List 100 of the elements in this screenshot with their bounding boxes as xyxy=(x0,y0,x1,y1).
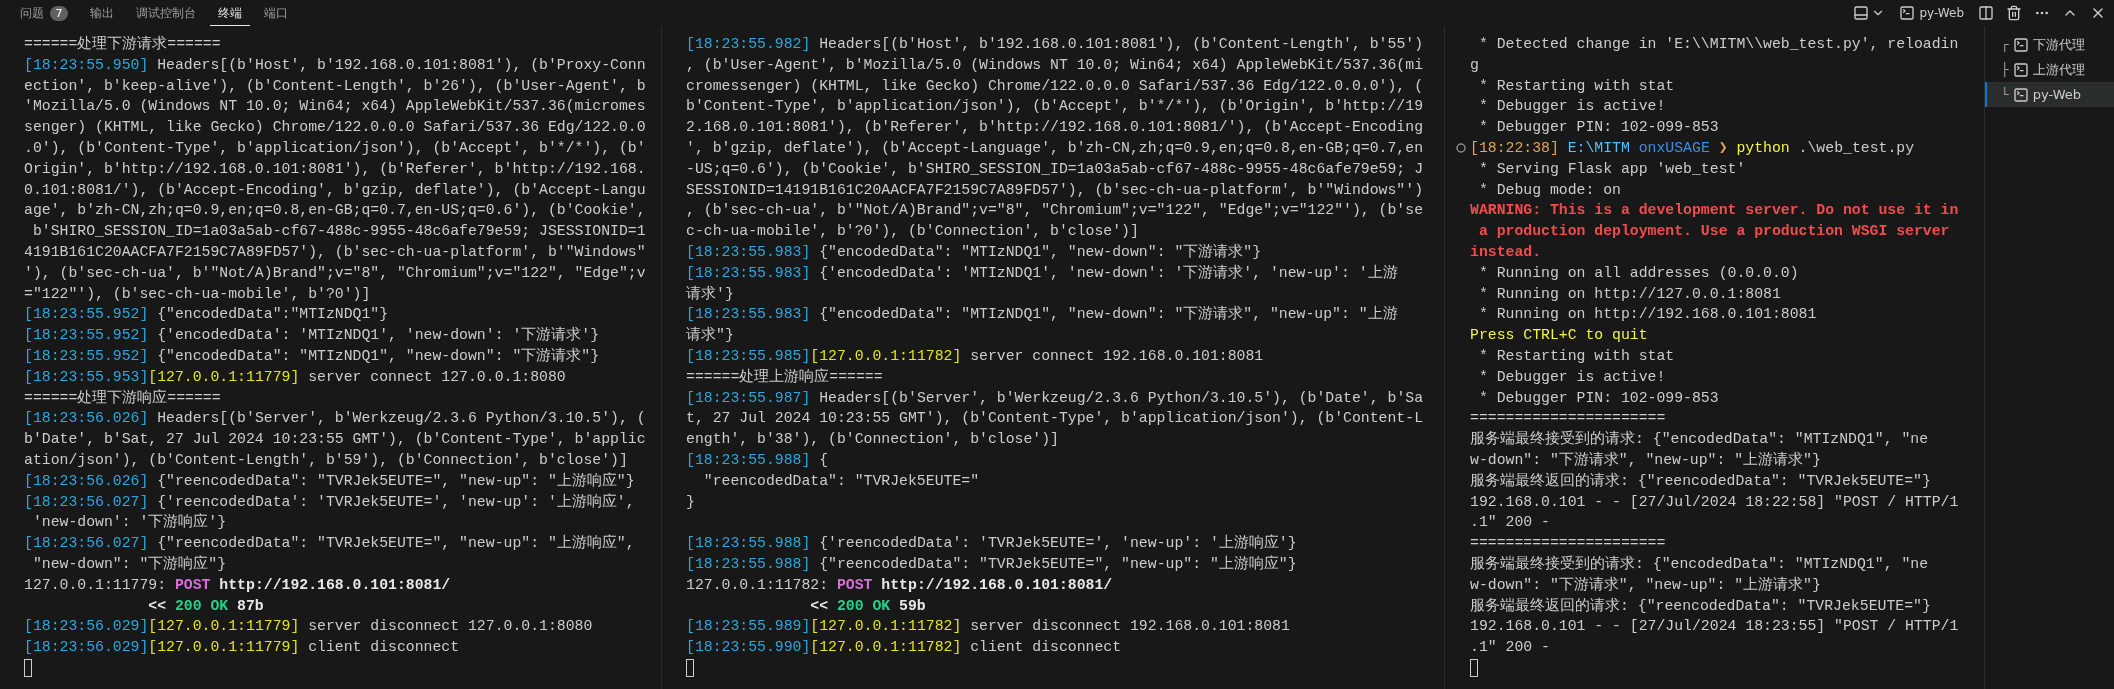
trash-icon[interactable] xyxy=(2006,5,2022,21)
terminal-list-item[interactable]: ├ 上游代理 xyxy=(1985,57,2114,82)
terminal-line: [18:23:55.983] {"encodedData": "MTIzNDQ1", "new-down": "下游请求", "new-up": "上游 xyxy=(686,304,1398,325)
terminal-icon xyxy=(2012,86,2029,103)
terminal-line: 'Mozilla/5.0 (Windows NT 10.0; Win64; x64) AppleWebKit/537.36(micromes xyxy=(24,97,646,117)
panel-tab[interactable]: 输出 xyxy=(82,0,122,26)
terminal-line: [18:23:55.988] { xyxy=(686,450,829,470)
terminal-line: 'new-down': '下游响应'} xyxy=(31,512,227,533)
split-icon[interactable] xyxy=(1978,5,1994,21)
terminal-line: [18:23:55.990][127.0.0.1:11782] client disconnect xyxy=(686,638,1122,658)
terminal-line: g xyxy=(1470,55,1479,75)
layout-icon[interactable] xyxy=(1853,5,1870,21)
terminal-line: } xyxy=(686,492,695,512)
terminal-icon xyxy=(2012,36,2029,53)
terminal-line: .0'), (b'Content-Type', b'application/json'), (b'Accept', b'*/*'), (b' xyxy=(24,139,646,158)
terminal-line: 服务端最终返回的请求: {"reencodedData": "TVRJek5EUTE="} xyxy=(1470,471,1931,491)
terminal-line: * Debugger is active! xyxy=(1477,97,1666,117)
terminal-line: [18:23:55.952] {"encodedData": "MTIzNDQ1", "new-down": "下游请求"} xyxy=(24,346,600,366)
terminal-line: * Debugger PIN: 102-099-853 xyxy=(1477,388,1719,408)
terminal-line: ====================== xyxy=(1470,409,1666,429)
panel-tab[interactable]: 端口 xyxy=(256,0,296,26)
terminal-line: "reencodedData": "TVRJek5EUTE=" xyxy=(702,471,980,491)
panel-tab[interactable]: 调试控制台 xyxy=(128,0,204,26)
terminal-line: age', b'zh-CN,zh;q=0.9,en;q=0.8,en-GB;q=0.7,en-US;q=0.6'), (b'Cookie', xyxy=(24,201,646,221)
terminal-line: * Detected change in 'E:\\MITM\\web_test.py', reloadin xyxy=(1477,35,1959,54)
terminal-line: .1" 200 - xyxy=(1470,638,1550,658)
terminal-line: [18:23:55.983] {"encodedData": "MTIzNDQ1", "new-down": "下游请求"} xyxy=(686,242,1262,262)
terminal-line: 4191B161C20AACFA7F2159C7A89FD57'), (b'sec-ch-ua-platform', b'"Windows" xyxy=(24,242,646,262)
terminal-line: 127.0.0.1:11779: POST http://192.168.0.101:8081/ xyxy=(24,575,451,595)
terminal-list-item[interactable]: └ py-Web xyxy=(1985,82,2114,107)
terminal-line: 192.168.0.101 - - [27/Jul/2024 18:22:58] "POST / HTTP/1 xyxy=(1470,492,1959,512)
terminal-line: [18:23:55.953][127.0.0.1:11779] server connect 127.0.0.1:8080 xyxy=(24,367,566,387)
terminal-line: ', b'gzip, deflate'), (b'Accept-Language', b'zh-CN,zh;q=0.9,en;q=0.8,en-GB;q=0.7,en xyxy=(686,139,1423,158)
terminal-line: instead. xyxy=(1470,242,1542,262)
terminal-line: [18:23:56.026] Headers[(b'Server', b'Werkzeug/2.3.6 Python/3.10.5'), ( xyxy=(24,409,646,429)
panel-tab[interactable]: 问题 7 xyxy=(12,0,76,26)
terminal-line: 请求"} xyxy=(686,325,734,346)
terminal-line: SESSIONID=14191B161C20AACFA7F2159C7A89FD57'), (b'sec-ch-ua-platform', b'"Windows"') xyxy=(686,180,1423,200)
terminal-line: [18:23:55.950] Headers[(b'Host', b'192.168.0.101:8081'), (b'Proxy-Conn xyxy=(24,55,646,75)
terminal-line: [18:23:56.029][127.0.0.1:11779] client disconnect xyxy=(24,638,460,658)
terminal-line: ======处理下游请求====== xyxy=(24,34,221,54)
terminal-line: 0.101:8081/'), (b'Accept-Encoding', b'gzip, deflate'), (b'Accept-Langu xyxy=(24,180,646,200)
terminal-line: c-ch-ua-mobile', b'?0'), (b'Connection', b'close')] xyxy=(686,222,1139,242)
terminal-line: 服务端最终接受到的请求: {"encodedData": "MTIzNDQ1", "ne xyxy=(1470,554,1929,574)
terminal-selector[interactable]: py-Web xyxy=(1897,3,1966,23)
terminal-line: ength', b'38'), (b'Connection', b'close')] xyxy=(686,430,1059,450)
terminal-line: * Debug mode: on xyxy=(1477,180,1621,200)
terminal-line: a production deployment. Use a production WSGI server xyxy=(1477,222,1950,242)
terminal-line: [18:23:55.988] {"reencodedData": "TVRJek5EUTE=", "new-up": "上游响应"} xyxy=(686,554,1297,574)
terminal-line: ation/json'), (b'Content-Length', b'59'), (b'Connection', b'close')] xyxy=(24,450,628,470)
terminal-line: [18:23:56.027] {'reencodedData': 'TVRJek5EUTE=', 'new-up': '上游响应', xyxy=(24,492,635,512)
terminal-line: [18:22:38] E:\MITM onxUSAGE ❯ python .\web_test.py xyxy=(1470,139,1915,158)
terminal-line: << 200 OK 87b xyxy=(147,596,264,616)
terminal-line: ="122"'), (b'sec-ch-ua-mobile', b'?0')] xyxy=(24,284,371,304)
terminal-line: [18:23:55.983] {'encodedData': 'MTIzNDQ1', 'new-down': '下游请求', 'new-up': '上游 xyxy=(686,263,1398,283)
terminal-line: * Debugger is active! xyxy=(1477,367,1666,387)
terminal-line: [18:23:55.989][127.0.0.1:11782] server disconnect 192.168.0.101:8081 xyxy=(686,617,1290,637)
terminal-line: senger) (KHTML, like Gecko) Chrome/122.0.0.0 Safari/537.36 Edg/122.0.0 xyxy=(24,118,646,138)
terminal-line: '), (b'sec-ch-ua', b'"Not/A)Brand";v="8", "Chromium";v="122", "Edge";v xyxy=(24,263,646,283)
terminal-line: * Restarting with stat xyxy=(1477,346,1675,366)
terminal-line: * Running on all addresses (0.0.0.0) xyxy=(1477,263,1799,283)
terminal-line: 请求'} xyxy=(686,284,734,304)
terminal-line: Origin', b'http://192.168.0.101:8081'), (b'Referer', b'http://192.168. xyxy=(24,159,646,179)
terminal-line: * Debugger PIN: 102-099-853 xyxy=(1477,118,1719,138)
terminal-line: ection', b'keep-alive'), (b'Content-Length', b'26'), (b'User-Agent', b xyxy=(24,76,646,96)
terminal-line: [18:23:56.029][127.0.0.1:11779] server disconnect 127.0.0.1:8080 xyxy=(24,617,593,637)
terminal-line: Press CTRL+C to quit xyxy=(1470,326,1648,346)
terminal-line: 2.168.0.101:8081'), (b'Referer', b'http://192.168.0.101:8081/'), (b'Accept-Encoding xyxy=(686,118,1423,138)
terminal-line: ======处理上游响应====== xyxy=(686,367,883,387)
terminal-line: ======处理下游响应====== xyxy=(24,388,221,408)
terminal-line: * Running on http://127.0.0.1:8081 xyxy=(1477,284,1781,304)
terminal-line: * Restarting with stat xyxy=(1477,76,1675,96)
terminal-line: -US;q=0.6'), (b'Cookie', b'SHIRO_SESSION_ID=1a03a5ab-cf67-488c-9955-48c6afe79e59; J xyxy=(686,159,1423,179)
terminal-list-item[interactable]: ┌ 下游代理 xyxy=(1985,32,2114,57)
terminal-line: , (b'User-Agent', b'Mozilla/5.0 (Windows NT 10.0; Win64; x64) AppleWebKit/537.36(mi xyxy=(686,55,1423,75)
terminal-line: 服务端最终接受到的请求: {"encodedData": "MTIzNDQ1", "ne xyxy=(1470,429,1929,450)
terminal-line: * Serving Flask app 'web_test' xyxy=(1477,159,1746,179)
terminal-line: b'Date', b'Sat, 27 Jul 2024 10:23:55 GMT'), (b'Content-Type', b'applic xyxy=(24,430,646,450)
terminal-icon xyxy=(1899,5,1916,21)
terminal-line: [18:23:55.952] {"encodedData":"MTIzNDQ1"} xyxy=(24,305,389,325)
terminal-line: ====================== xyxy=(1470,534,1666,554)
terminal-line: [18:23:55.988] {'reencodedData': 'TVRJek5EUTE=', 'new-up': '上游响应'} xyxy=(686,533,1297,554)
terminal-line: w-down": "下游请求", "new-up": "上游请求"} xyxy=(1470,450,1821,470)
terminal-line: WARNING: This is a development server. Do not use it in xyxy=(1470,201,1959,221)
terminal-line: [18:23:55.985][127.0.0.1:11782] server connect 192.168.0.101:8081 xyxy=(686,346,1264,366)
terminal-line: .1" 200 - xyxy=(1470,513,1550,533)
terminal-line: t, 27 Jul 2024 10:23:55 GMT'), (b'Content-Type', b'application/json'), (b'Content-L xyxy=(686,409,1423,429)
terminal-icon xyxy=(2012,61,2029,78)
terminal-line: b'SHIRO_SESSION_ID=1a03a5ab-cf67-488c-9955-48c6afe79e59; JSESSIONID=1 xyxy=(31,222,646,242)
panel-tab[interactable]: 终端 xyxy=(210,0,250,26)
terminal-line: b'Content-Type', b'application/json'), (b'Accept', b'*/*'), (b'Origin', b'http://19 xyxy=(686,97,1423,117)
terminal-line: "new-down": "下游响应"} xyxy=(31,554,227,574)
terminal-line: 127.0.0.1:11782: POST http://192.168.0.101:8081/ xyxy=(686,575,1113,595)
terminal-line: [18:23:56.026] {"reencodedData": "TVRJek5EUTE=", "new-up": "上游响应"} xyxy=(24,471,635,491)
terminal-line: << 200 OK 59b xyxy=(809,596,926,616)
terminal-line: 服务端最终返回的请求: {"reencodedData": "TVRJek5EUTE="} xyxy=(1470,596,1931,616)
terminal-line: [18:23:55.952] {'encodedData': 'MTIzNDQ1', 'new-down': '下游请求'} xyxy=(24,325,600,346)
terminal-line: cromessenger) (KHTML, like Gecko) Chrome/122.0.0.0 Safari/537.36 Edg/122.0.0.0'), ( xyxy=(686,76,1423,96)
count-badge: 7 xyxy=(50,5,68,21)
terminal-line: [18:23:55.982] Headers[(b'Host', b'192.168.0.101:8081'), (b'Content-Length', b'55') xyxy=(686,35,1424,54)
